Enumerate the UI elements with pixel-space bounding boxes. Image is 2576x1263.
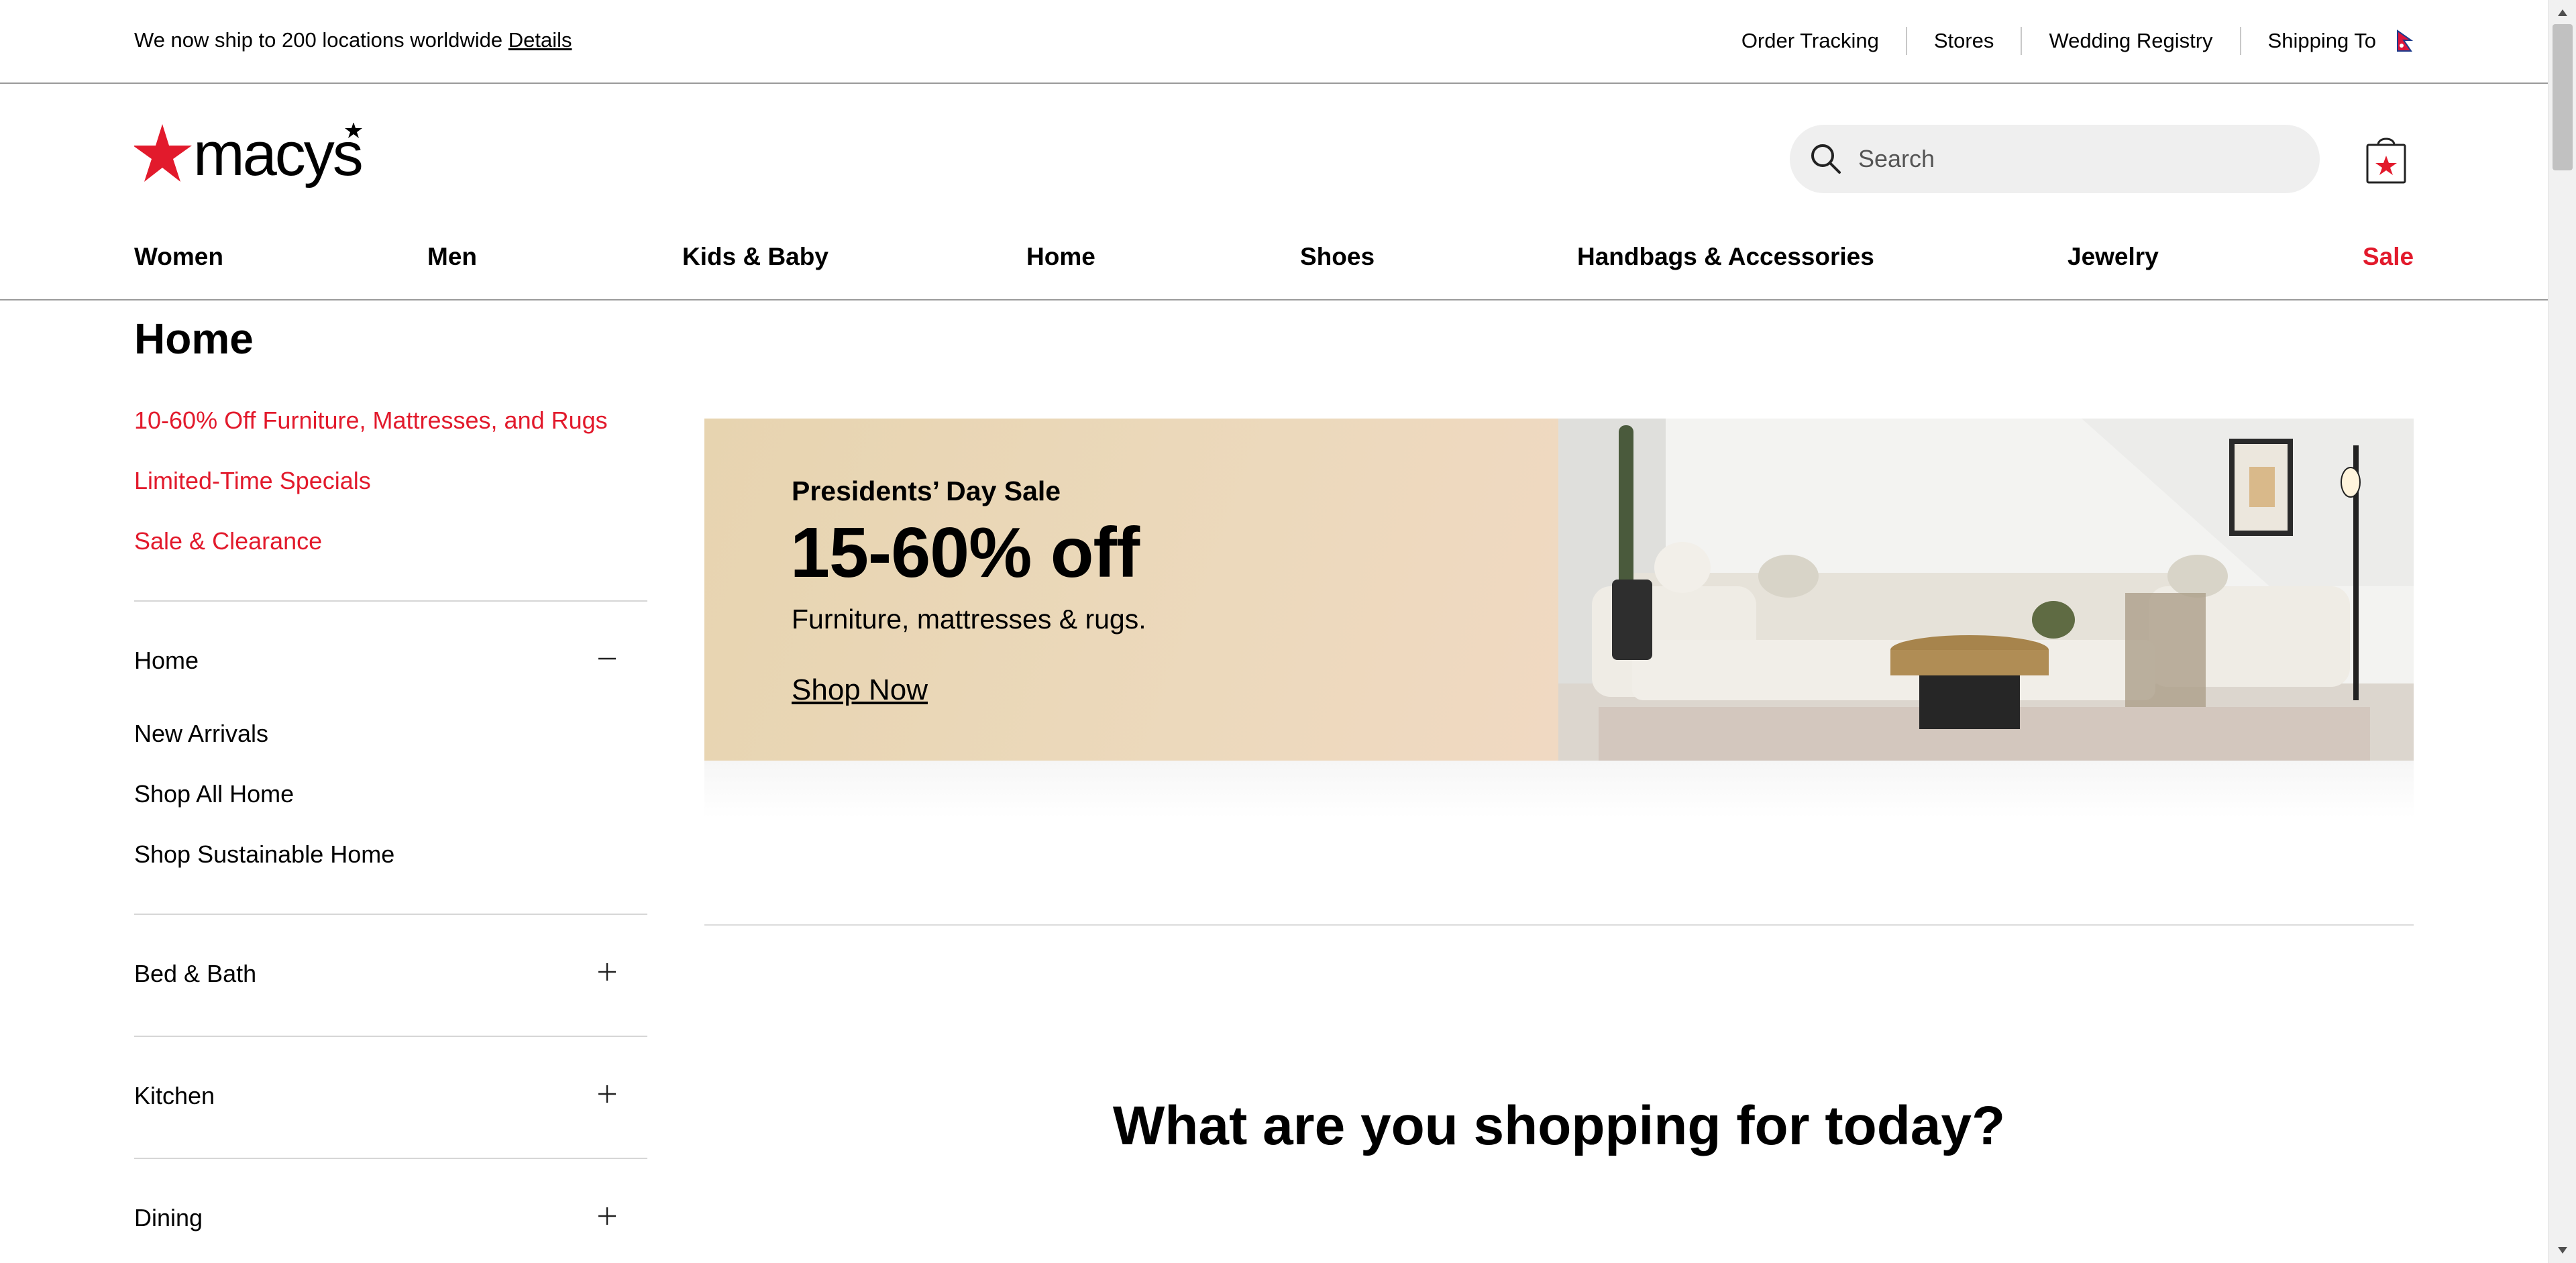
hero-subtext: Furniture, mattresses & rugs.	[792, 604, 1146, 635]
content-divider	[704, 924, 2414, 926]
sidebar-promo-links: 10-60% Off Furniture, Mattresses, and Ru…	[134, 406, 608, 588]
shop-now-link[interactable]: Shop Now	[792, 673, 928, 707]
hero-shadow	[704, 761, 2414, 818]
sidebar-section-home[interactable]: Home	[134, 645, 617, 675]
sidebar-home-links: New Arrivals Shop All Home Shop Sustaina…	[134, 720, 394, 901]
shipping-promo-text: We now ship to 200 locations worldwide	[134, 28, 503, 52]
hero-headline: 15-60% off	[790, 513, 1140, 592]
hero-text-panel: Presidents’ Day Sale 15-60% off Furnitur…	[704, 419, 1558, 761]
sidebar-section-label: Bed & Bath	[134, 959, 257, 987]
promo-link-specials[interactable]: Limited-Time Specials	[134, 467, 608, 527]
scrollbar-thumb[interactable]	[2553, 24, 2573, 170]
main-navigation: Women Men Kids & Baby Home Shoes Handbag…	[0, 221, 2548, 300]
page-title: Home	[134, 315, 254, 363]
sidebar-section-dining[interactable]: Dining	[134, 1203, 617, 1233]
stores-link[interactable]: Stores	[1907, 27, 2023, 55]
details-link[interactable]: Details	[508, 28, 572, 52]
hero-banner[interactable]: Presidents’ Day Sale 15-60% off Furnitur…	[704, 419, 2414, 761]
sidebar-divider	[134, 1036, 647, 1037]
sidebar-section-label: Kitchen	[134, 1081, 215, 1109]
shipping-promo: We now ship to 200 locations worldwide D…	[134, 28, 572, 52]
promo-link-furniture[interactable]: 10-60% Off Furniture, Mattresses, and Ru…	[134, 406, 608, 467]
sidebar-divider	[134, 1158, 647, 1159]
nav-sale[interactable]: Sale	[2363, 243, 2414, 271]
section-heading: What are you shopping for today?	[1112, 1095, 2006, 1156]
promo-link-clearance[interactable]: Sale & Clearance	[134, 527, 608, 588]
search-bar[interactable]	[1790, 125, 2320, 193]
macys-logo[interactable]: macys	[133, 120, 376, 193]
utility-bar: We now ship to 200 locations worldwide D…	[0, 0, 2548, 84]
svg-text:macys: macys	[193, 123, 362, 188]
hero-eyebrow: Presidents’ Day Sale	[792, 476, 1061, 506]
nav-shoes[interactable]: Shoes	[1300, 243, 1375, 271]
sidebar-divider	[134, 600, 647, 602]
sidebar-item-shop-all-home[interactable]: Shop All Home	[134, 780, 394, 840]
sidebar-item-sustainable-home[interactable]: Shop Sustainable Home	[134, 840, 394, 901]
scroll-up-arrow-icon[interactable]	[2548, 3, 2576, 23]
page-scrollbar[interactable]	[2548, 0, 2576, 1263]
hero-sofa-image	[1558, 419, 2414, 761]
nav-jewelry[interactable]: Jewelry	[2068, 243, 2159, 271]
sidebar-section-bed-bath[interactable]: Bed & Bath	[134, 958, 617, 989]
shopping-bag-icon[interactable]	[2365, 133, 2408, 184]
plus-icon[interactable]	[597, 1203, 617, 1233]
plus-icon[interactable]	[597, 958, 617, 989]
order-tracking-link[interactable]: Order Tracking	[1715, 27, 1907, 55]
sidebar-section-kitchen[interactable]: Kitchen	[134, 1081, 617, 1111]
shipping-to-selector[interactable]: Shipping To	[2241, 27, 2414, 55]
sidebar-section-label: Dining	[134, 1203, 203, 1231]
minus-icon[interactable]	[597, 645, 617, 675]
plus-icon[interactable]	[597, 1081, 617, 1111]
search-input[interactable]	[1857, 144, 2289, 174]
search-icon[interactable]	[1809, 142, 1843, 176]
sidebar-divider	[134, 914, 647, 915]
nav-men[interactable]: Men	[427, 243, 477, 271]
nav-home[interactable]: Home	[1026, 243, 1095, 271]
utility-links: Order Tracking Stores Wedding Registry S…	[1715, 27, 2414, 55]
nav-women[interactable]: Women	[134, 243, 223, 271]
sidebar-section-label: Home	[134, 646, 199, 674]
nav-handbags-accessories[interactable]: Handbags & Accessories	[1577, 243, 1874, 271]
macys-star-logo	[133, 124, 192, 182]
shipping-to-label: Shipping To	[2267, 29, 2376, 52]
flag-icon	[2396, 30, 2414, 52]
nav-kids-baby[interactable]: Kids & Baby	[682, 243, 828, 271]
sidebar-item-new-arrivals[interactable]: New Arrivals	[134, 720, 394, 780]
wedding-registry-link[interactable]: Wedding Registry	[2022, 27, 2241, 55]
scroll-down-arrow-icon[interactable]	[2548, 1240, 2576, 1260]
